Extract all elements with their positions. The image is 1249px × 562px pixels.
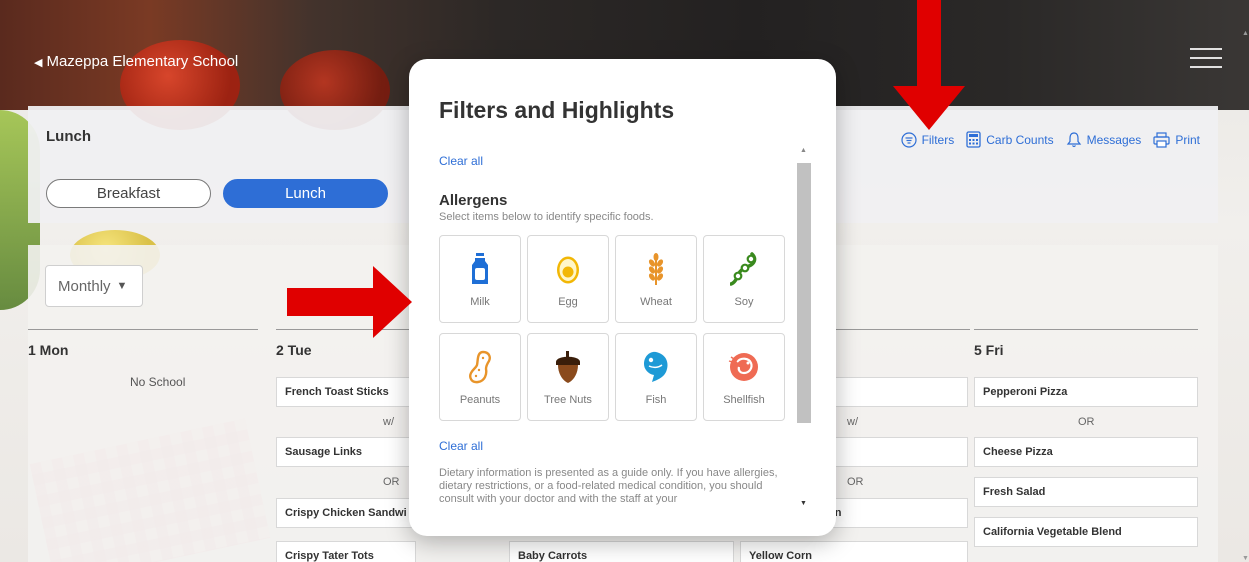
- menu-item[interactable]: un: [828, 498, 968, 528]
- menu-item[interactable]: Crispy Chicken Sandwi: [276, 498, 416, 528]
- modal-scroll-area[interactable]: Clear all Allergens Select items below t…: [439, 154, 799, 510]
- printer-icon: [1153, 131, 1170, 148]
- page-scrollbar[interactable]: ▲ ▼: [1241, 30, 1249, 562]
- messages-button[interactable]: Messages: [1066, 131, 1142, 148]
- acorn-icon: [556, 351, 580, 383]
- connector-label: OR: [1078, 416, 1095, 428]
- connector-label: w/: [847, 416, 858, 428]
- allergens-subtitle: Select items below to identify specific …: [439, 211, 654, 223]
- allergen-egg[interactable]: Egg: [527, 235, 609, 323]
- allergen-label: Tree Nuts: [544, 394, 592, 406]
- dietary-disclaimer: Dietary information is presented as a gu…: [439, 467, 778, 505]
- clear-all-link-2[interactable]: Clear all: [439, 439, 799, 453]
- allergen-label: Milk: [470, 296, 490, 308]
- back-link[interactable]: ◀ Mazeppa Elementary School: [34, 53, 238, 70]
- bell-icon: [1066, 132, 1081, 148]
- school-name: Mazeppa Elementary School: [46, 52, 239, 70]
- allergen-peanuts[interactable]: Peanuts: [439, 333, 521, 421]
- allergen-fish[interactable]: Fish: [615, 333, 697, 421]
- view-select[interactable]: Monthly ▼: [45, 265, 143, 307]
- allergen-label: Shellfish: [723, 394, 765, 406]
- menu-item[interactable]: Crispy Tater Tots: [276, 541, 416, 562]
- modal-scrollbar[interactable]: ▲ ▼: [795, 147, 813, 507]
- day-header-fri: 5 Fri: [974, 329, 1198, 358]
- connector-label: OR: [847, 476, 864, 488]
- meal-title: Lunch: [46, 128, 91, 145]
- soy-icon: [730, 252, 757, 286]
- print-label: Print: [1175, 132, 1200, 147]
- caret-down-icon: ▼: [116, 280, 128, 292]
- top-actions: Filters Carb Counts Messages Print: [900, 131, 1200, 148]
- modal-title: Filters and Highlights: [439, 97, 675, 123]
- menu-item[interactable]: French Toast Sticks: [276, 377, 416, 407]
- scrollbar-thumb[interactable]: [797, 163, 811, 423]
- page-scroll-up-icon[interactable]: ▲: [1242, 30, 1249, 37]
- allergen-shellfish[interactable]: Shellfish: [703, 333, 785, 421]
- peanut-icon: [469, 350, 491, 384]
- allergen-label: Fish: [645, 394, 667, 406]
- allergen-grid: Milk Egg Wheat Soy Peanuts Tree Nuts Fis…: [439, 235, 799, 421]
- menu-item[interactable]: Sausage Links: [276, 437, 416, 467]
- filters-button[interactable]: Filters: [900, 131, 955, 148]
- back-triangle-icon: ◀: [34, 56, 43, 69]
- egg-icon: [557, 256, 579, 284]
- allergens-title: Allergens: [439, 192, 508, 209]
- clear-all-link[interactable]: Clear all: [439, 154, 799, 168]
- no-school-label: No School: [130, 375, 186, 389]
- filters-modal: Filters and Highlights Clear all Allerge…: [409, 59, 836, 536]
- scroll-up-icon[interactable]: ▲: [800, 147, 807, 154]
- connector-label: OR: [383, 476, 400, 488]
- menu-item[interactable]: Pepperoni Pizza: [974, 377, 1198, 407]
- carb-counts-button[interactable]: Carb Counts: [966, 131, 1054, 148]
- menu-item[interactable]: California Vegetable Blend: [974, 517, 1198, 547]
- allergen-tree-nuts[interactable]: Tree Nuts: [527, 333, 609, 421]
- wheat-icon: [648, 253, 664, 285]
- red-arrow-right-annotation: [287, 266, 412, 338]
- shrimp-icon: [728, 353, 758, 381]
- print-button[interactable]: Print: [1153, 131, 1200, 148]
- menu-item[interactable]: Baby Carrots: [509, 541, 734, 562]
- tab-lunch[interactable]: Lunch: [223, 179, 388, 208]
- fish-icon: [644, 351, 668, 382]
- menu-item[interactable]: Fresh Salad: [974, 477, 1198, 507]
- menu-item[interactable]: Yellow Corn: [740, 541, 968, 562]
- allergen-label: Peanuts: [459, 394, 501, 406]
- allergen-label: Soy: [734, 296, 754, 308]
- carb-counts-label: Carb Counts: [986, 132, 1054, 147]
- allergen-label: Egg: [558, 296, 578, 308]
- menu-item[interactable]: Cheese Pizza: [974, 437, 1198, 467]
- meal-tabs: Breakfast Lunch: [46, 179, 388, 208]
- allergen-label: Wheat: [640, 296, 672, 308]
- scroll-down-icon[interactable]: ▼: [800, 500, 807, 507]
- hamburger-menu-icon[interactable]: [1190, 48, 1222, 72]
- allergen-wheat[interactable]: Wheat: [615, 235, 697, 323]
- milk-icon: [472, 253, 488, 284]
- filters-label: Filters: [921, 132, 955, 147]
- filter-icon: [900, 131, 917, 148]
- view-select-value: Monthly: [58, 277, 111, 295]
- red-arrow-down-annotation: [893, 0, 965, 130]
- allergen-soy[interactable]: Soy: [703, 235, 785, 323]
- tab-breakfast[interactable]: Breakfast: [46, 179, 211, 208]
- menu-item-partial[interactable]: [828, 437, 968, 467]
- calculator-icon: [966, 131, 981, 148]
- allergen-milk[interactable]: Milk: [439, 235, 521, 323]
- connector-label: w/: [383, 416, 394, 428]
- menu-item-partial[interactable]: [828, 377, 968, 407]
- day-header-mon: 1 Mon: [28, 329, 258, 358]
- page-scroll-down-icon[interactable]: ▼: [1242, 555, 1249, 562]
- messages-label: Messages: [1086, 132, 1142, 147]
